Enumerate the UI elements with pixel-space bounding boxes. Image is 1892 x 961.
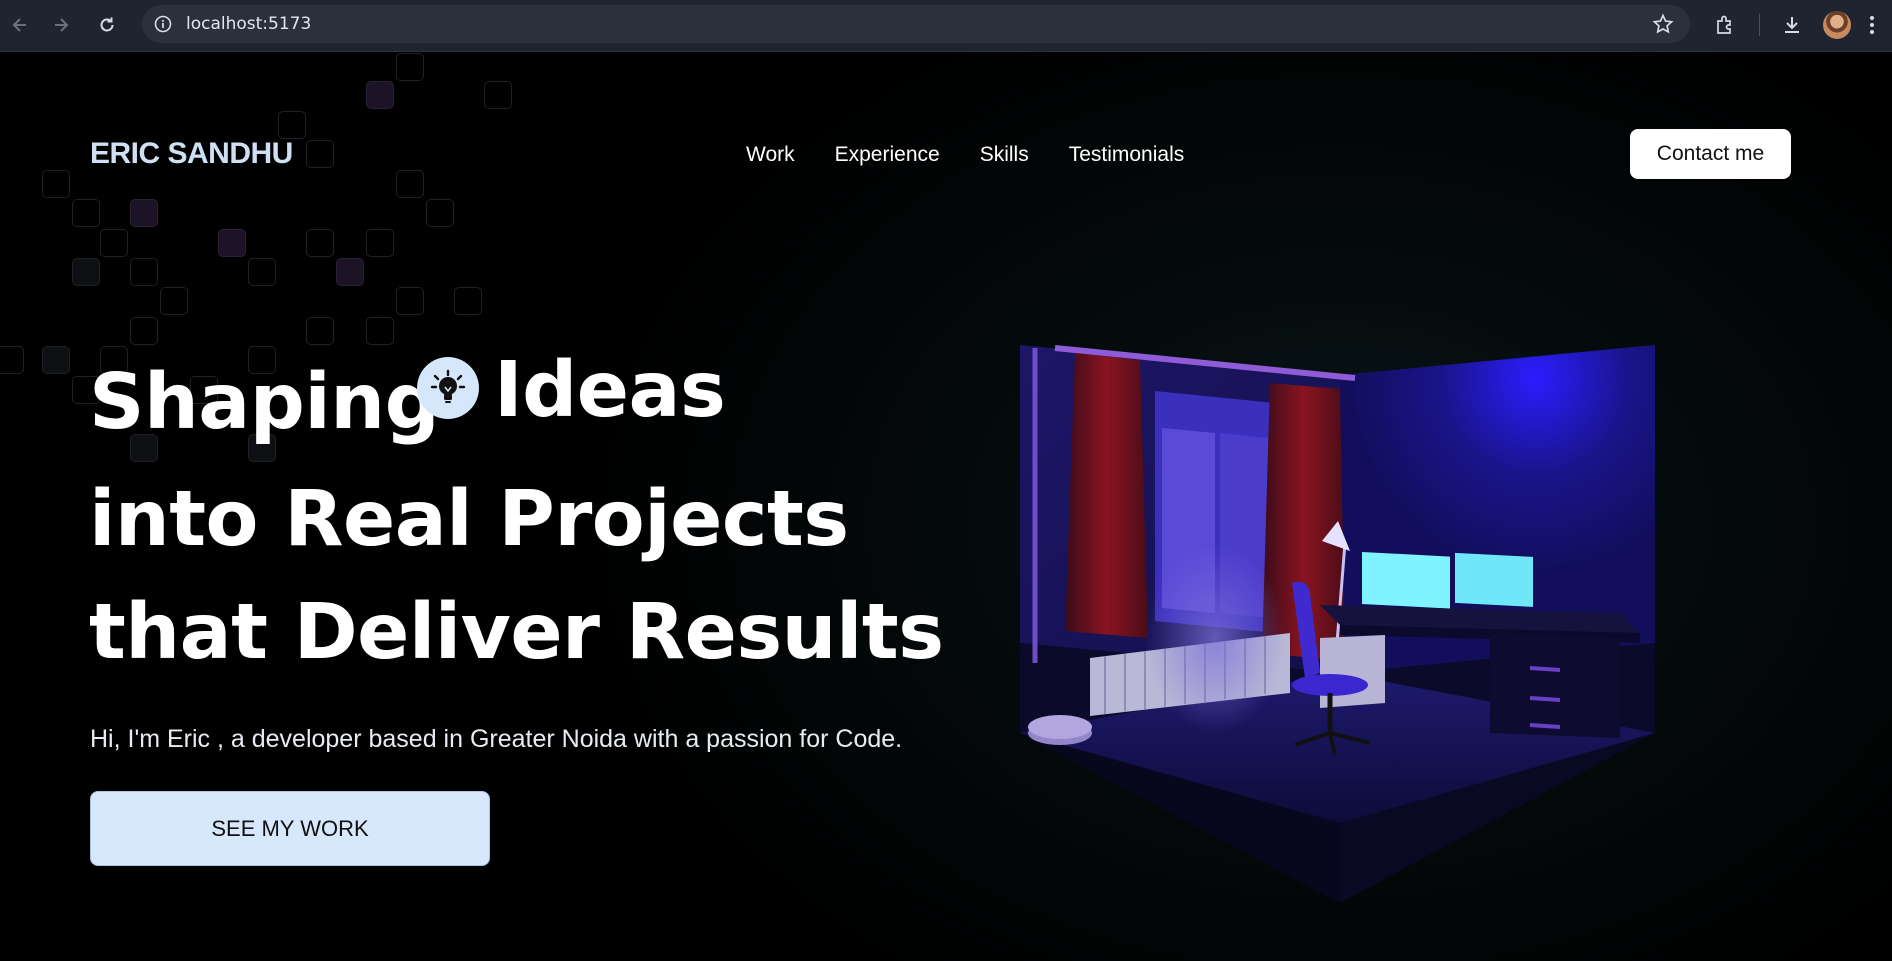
profile-avatar[interactable] bbox=[1823, 11, 1851, 39]
hero-heading-line3: that Deliver Results bbox=[89, 588, 944, 677]
see-my-work-button[interactable]: SEE MY WORK bbox=[90, 791, 490, 866]
forward-arrow-icon[interactable] bbox=[46, 10, 76, 40]
nav-link-work[interactable]: Work bbox=[746, 143, 795, 167]
address-bar[interactable]: localhost:5173 bbox=[142, 5, 1690, 43]
more-menu-icon[interactable] bbox=[1862, 11, 1882, 39]
site-logo[interactable]: ERIC SANDHU bbox=[90, 137, 293, 171]
portfolio-page: ERIC SANDHU Work Experience Skills Testi… bbox=[0, 53, 1892, 961]
nav-link-skills[interactable]: Skills bbox=[980, 143, 1029, 167]
main-nav: Work Experience Skills Testimonials bbox=[746, 143, 1224, 167]
contact-me-button[interactable]: Contact me bbox=[1630, 129, 1791, 179]
url-text[interactable]: localhost:5173 bbox=[186, 5, 311, 43]
isometric-room-illustration bbox=[1020, 345, 1655, 903]
nav-link-testimonials[interactable]: Testimonials bbox=[1069, 143, 1185, 167]
reload-icon[interactable] bbox=[92, 10, 122, 40]
browser-toolbar: localhost:5173 bbox=[0, 0, 1892, 52]
back-arrow-icon[interactable] bbox=[5, 10, 35, 40]
toolbar-divider bbox=[1759, 14, 1760, 36]
extensions-icon[interactable] bbox=[1711, 11, 1739, 39]
bookmark-star-icon[interactable] bbox=[1652, 13, 1674, 35]
nav-link-experience[interactable]: Experience bbox=[835, 143, 940, 167]
download-icon[interactable] bbox=[1778, 11, 1806, 39]
hero-heading-ideas: Ideas bbox=[494, 346, 726, 435]
hero-heading-line2: into Real Projects bbox=[89, 475, 849, 564]
site-info-icon[interactable] bbox=[152, 13, 174, 35]
hero-subtitle: Hi, I'm Eric , a developer based in Grea… bbox=[90, 725, 903, 753]
lightbulb-icon bbox=[417, 357, 479, 419]
hero-heading-shaping: Shaping bbox=[89, 358, 440, 447]
